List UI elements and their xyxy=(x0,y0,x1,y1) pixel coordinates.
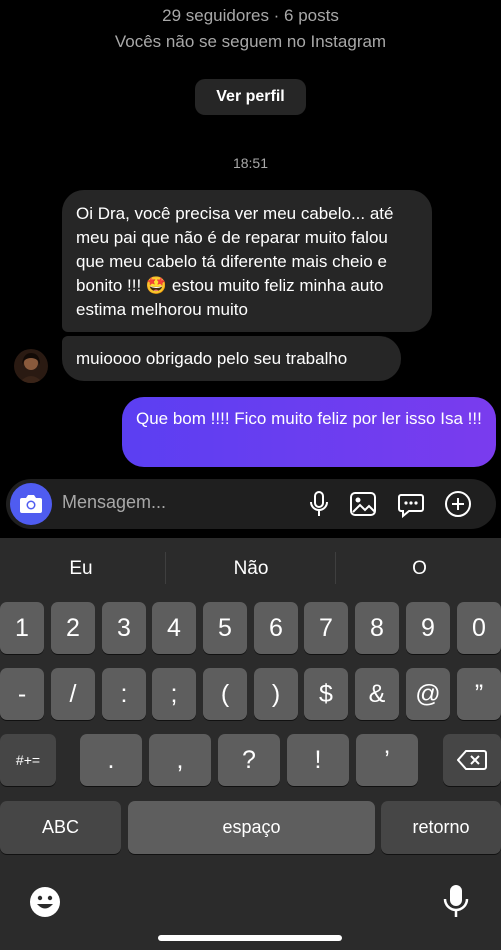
key-hyphen[interactable]: - xyxy=(0,668,44,720)
incoming-message-bubble[interactable]: muioooo obrigado pelo seu trabalho xyxy=(62,336,401,381)
key-open-paren[interactable]: ( xyxy=(203,668,247,720)
camera-button[interactable] xyxy=(10,483,52,525)
key-4[interactable]: 4 xyxy=(152,602,196,654)
message-input[interactable]: Mensagem... xyxy=(62,492,166,513)
key-dollar[interactable]: $ xyxy=(304,668,348,720)
key-0[interactable]: 0 xyxy=(457,602,501,654)
key-2[interactable]: 2 xyxy=(51,602,95,654)
sticker-icon[interactable] xyxy=(396,489,426,519)
key-5[interactable]: 5 xyxy=(203,602,247,654)
key-colon[interactable]: : xyxy=(102,668,146,720)
microphone-icon[interactable] xyxy=(304,489,334,519)
return-key[interactable]: retorno xyxy=(381,801,501,854)
image-icon[interactable] xyxy=(348,489,378,519)
key-1[interactable]: 1 xyxy=(0,602,44,654)
view-profile-button[interactable]: Ver perfil xyxy=(195,79,306,115)
suggestion-2[interactable]: Não xyxy=(168,558,334,580)
key-3[interactable]: 3 xyxy=(102,602,146,654)
space-key[interactable]: espaço xyxy=(128,801,375,854)
key-8[interactable]: 8 xyxy=(355,602,399,654)
suggestion-1[interactable]: Eu xyxy=(0,558,162,580)
key-ampersand[interactable]: & xyxy=(355,668,399,720)
key-semicolon[interactable]: ; xyxy=(152,668,196,720)
message-text: muioooo obrigado pelo seu trabalho xyxy=(76,348,348,368)
key-close-paren[interactable]: ) xyxy=(254,668,298,720)
plus-icon[interactable] xyxy=(443,489,473,519)
key-9[interactable]: 9 xyxy=(406,602,450,654)
suggestion-3[interactable]: O xyxy=(338,558,501,580)
suggestion-divider xyxy=(165,552,166,584)
key-slash[interactable]: / xyxy=(51,668,95,720)
message-text: Que bom !!!! Fico muito feliz por ler is… xyxy=(136,409,482,428)
incoming-message-bubble[interactable]: Oi Dra, você precisa ver meu cabelo... a… xyxy=(62,190,432,332)
key-7[interactable]: 7 xyxy=(304,602,348,654)
outgoing-message-bubble[interactable]: Que bom !!!! Fico muito feliz por ler is… xyxy=(122,397,496,467)
message-text: Oi Dra, você precisa ver meu cabelo... a… xyxy=(76,204,394,319)
emoji-icon[interactable] xyxy=(27,884,63,920)
key-more-symbols[interactable]: #+= xyxy=(0,734,56,786)
camera-icon xyxy=(20,495,42,513)
home-indicator xyxy=(158,935,342,941)
key-at[interactable]: @ xyxy=(406,668,450,720)
avatar[interactable] xyxy=(14,349,48,383)
key-exclamation[interactable]: ! xyxy=(287,734,349,786)
suggestion-divider xyxy=(335,552,336,584)
key-question[interactable]: ? xyxy=(218,734,280,786)
key-quote[interactable]: ” xyxy=(457,668,501,720)
backspace-key[interactable] xyxy=(443,734,501,786)
backspace-icon xyxy=(457,750,487,770)
key-comma[interactable]: , xyxy=(149,734,211,786)
dictation-icon[interactable] xyxy=(438,882,474,920)
abc-key[interactable]: ABC xyxy=(0,801,121,854)
key-6[interactable]: 6 xyxy=(254,602,298,654)
key-apostrophe[interactable]: ’ xyxy=(356,734,418,786)
key-period[interactable]: . xyxy=(80,734,142,786)
message-timestamp: 18:51 xyxy=(232,155,269,171)
follow-relation-text: Vocês não se seguem no Instagram xyxy=(114,32,387,51)
profile-stats: 29 seguidores · 6 posts xyxy=(162,6,339,25)
